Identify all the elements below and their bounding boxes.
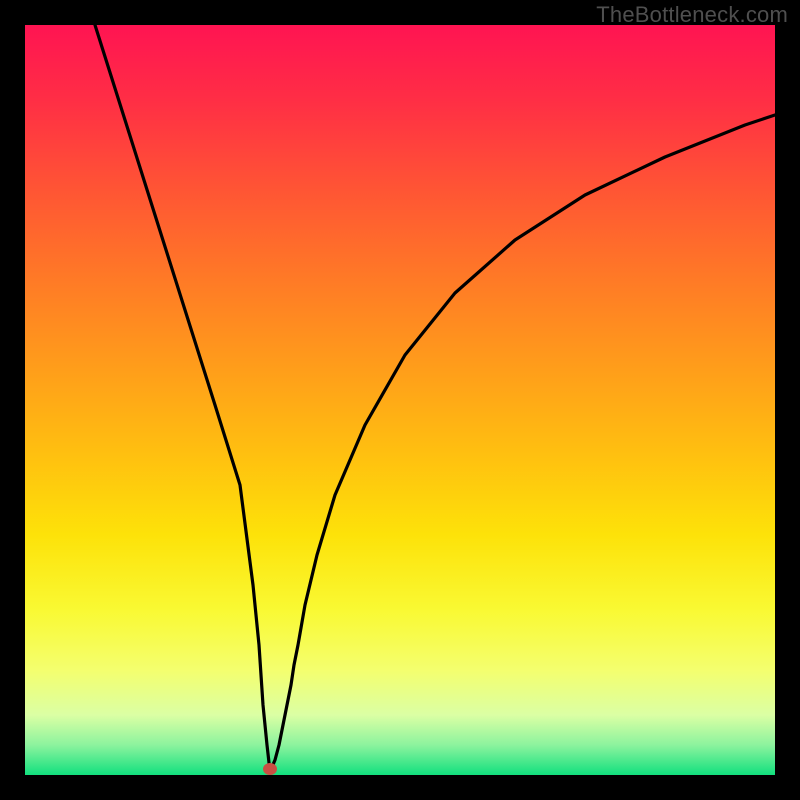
plot-area [25,25,775,775]
watermark-text: TheBottleneck.com [596,2,788,28]
optimal-point-marker [263,763,277,775]
chart-frame: TheBottleneck.com [0,0,800,800]
bottleneck-curve [25,25,775,775]
